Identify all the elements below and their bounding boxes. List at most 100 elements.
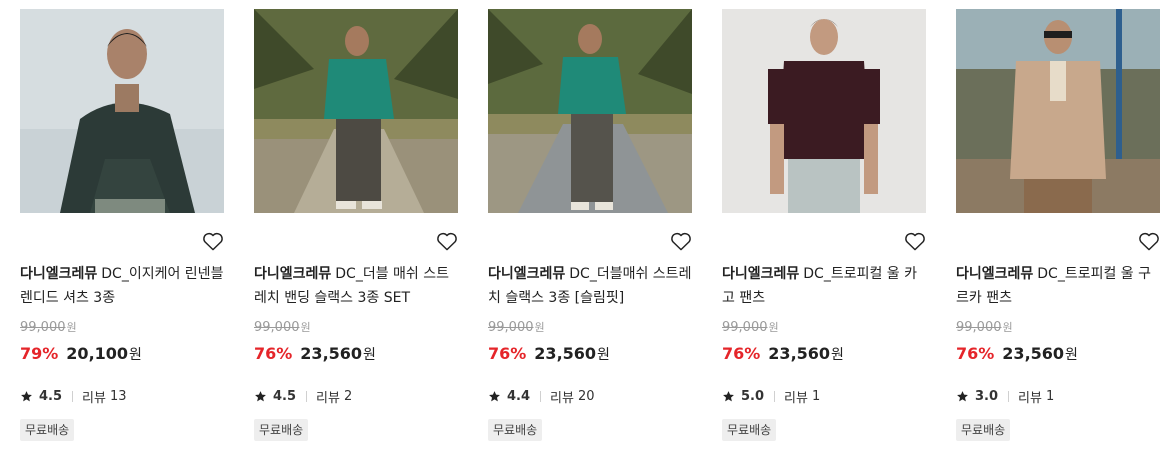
star-icon: [21, 391, 32, 402]
original-price-value: 99,000: [488, 320, 534, 335]
product-photo: [488, 9, 692, 213]
sale-price-unit: 원: [129, 347, 142, 363]
sale-price-value: 23,560: [534, 344, 597, 363]
product-title[interactable]: 다니엘크레뮤 DC_이지케어 린넨블렌디드 셔츠 3종: [20, 262, 224, 310]
discount-rate: 76%: [956, 344, 995, 363]
brand-name: 다니엘크레뮤: [254, 266, 332, 282]
wishlist-heart-icon[interactable]: [202, 231, 224, 251]
review-label: 리뷰: [784, 391, 808, 406]
product-image[interactable]: [254, 9, 458, 213]
product-card[interactable]: 다니엘크레뮤 DC_트로피컬 울 카고 팬츠 99,000원 76% 23,560원…: [722, 9, 926, 449]
product-grid: 다니엘크레뮤 DC_이지케어 린넨블렌디드 셔츠 3종 99,000원 79% 20…: [0, 0, 1176, 458]
divider: [774, 391, 776, 402]
product-photo: [20, 9, 224, 213]
review-count: 20: [577, 389, 595, 404]
original-price-value: 99,000: [20, 320, 66, 335]
original-price-value: 99,000: [956, 320, 1002, 335]
product-photo: [722, 9, 926, 213]
original-price-unit: 원: [534, 321, 545, 334]
review-label: 리뷰: [316, 391, 340, 406]
divider: [1008, 391, 1010, 402]
rating-score: 4.5: [39, 389, 63, 404]
sale-price-unit: 원: [363, 347, 376, 363]
wishlist-heart-icon[interactable]: [436, 231, 458, 251]
star-icon: [957, 391, 968, 402]
product-title[interactable]: 다니엘크레뮤 DC_트로피컬 울 구르카 팬츠: [956, 262, 1160, 310]
free-shipping-badge: 무료배송: [254, 419, 309, 441]
rating-score: 3.0: [975, 389, 999, 404]
sale-price-value: 23,560: [300, 344, 363, 363]
product-title[interactable]: 다니엘크레뮤 DC_더블 매쉬 스트레치 밴딩 슬랙스 3종 SET: [254, 262, 458, 310]
rating-row: 4.5 리뷰 13: [20, 387, 127, 406]
original-price-unit: 원: [300, 321, 311, 334]
discount-rate: 79%: [20, 344, 59, 363]
divider: [306, 391, 308, 402]
sale-price-unit: 원: [597, 347, 610, 363]
review-count: 13: [109, 389, 127, 404]
product-card[interactable]: 다니엘크레뮤 DC_더블 매쉬 스트레치 밴딩 슬랙스 3종 SET 99,000…: [254, 9, 458, 449]
rating-score: 5.0: [741, 389, 765, 404]
review-label: 리뷰: [550, 391, 574, 406]
product-title[interactable]: 다니엘크레뮤 DC_트로피컬 울 카고 팬츠: [722, 262, 926, 310]
star-icon: [255, 391, 266, 402]
sale-price: 79% 20,100원: [20, 344, 142, 364]
star-icon: [489, 391, 500, 402]
original-price: 99,000원: [254, 319, 311, 335]
sale-price-value: 23,560: [768, 344, 831, 363]
discount-rate: 76%: [722, 344, 761, 363]
product-image[interactable]: [488, 9, 692, 213]
product-title[interactable]: 다니엘크레뮤 DC_더블매쉬 스트레치 슬랙스 3종 [슬림핏]: [488, 262, 692, 310]
original-price: 99,000원: [956, 319, 1013, 335]
sale-price-value: 23,560: [1002, 344, 1065, 363]
brand-name: 다니엘크레뮤: [956, 266, 1034, 282]
discount-rate: 76%: [488, 344, 527, 363]
sale-price-value: 20,100: [66, 344, 129, 363]
review-count: 2: [343, 389, 353, 404]
original-price-value: 99,000: [722, 320, 768, 335]
rating-row: 4.5 리뷰 2: [254, 387, 352, 406]
rating-row: 4.4 리뷰 20: [488, 387, 595, 406]
product-card[interactable]: 다니엘크레뮤 DC_트로피컬 울 구르카 팬츠 99,000원 76% 23,560…: [956, 9, 1160, 449]
rating-score: 4.5: [273, 389, 297, 404]
free-shipping-badge: 무료배송: [488, 419, 543, 441]
original-price-value: 99,000: [254, 320, 300, 335]
original-price-unit: 원: [768, 321, 779, 334]
free-shipping-badge: 무료배송: [20, 419, 75, 441]
product-card[interactable]: 다니엘크레뮤 DC_이지케어 린넨블렌디드 셔츠 3종 99,000원 79% 20…: [20, 9, 224, 449]
original-price: 99,000원: [20, 319, 77, 335]
product-image[interactable]: [20, 9, 224, 213]
discount-rate: 76%: [254, 344, 293, 363]
rating-score: 4.4: [507, 389, 531, 404]
original-price: 99,000원: [722, 319, 779, 335]
review-count: 1: [811, 389, 821, 404]
product-image[interactable]: [722, 9, 926, 213]
product-photo: [254, 9, 458, 213]
sale-price-unit: 원: [831, 347, 844, 363]
brand-name: 다니엘크레뮤: [20, 266, 98, 282]
product-image[interactable]: [956, 9, 1160, 213]
star-icon: [723, 391, 734, 402]
review-count: 1: [1045, 389, 1055, 404]
free-shipping-badge: 무료배송: [956, 419, 1011, 441]
rating-row: 5.0 리뷰 1: [722, 387, 820, 406]
divider: [540, 391, 542, 402]
sale-price: 76% 23,560원: [254, 344, 376, 364]
product-card[interactable]: 다니엘크레뮤 DC_더블매쉬 스트레치 슬랙스 3종 [슬림핏] 99,000원 …: [488, 9, 692, 449]
original-price-unit: 원: [66, 321, 77, 334]
wishlist-heart-icon[interactable]: [1138, 231, 1160, 251]
divider: [72, 391, 74, 402]
brand-name: 다니엘크레뮤: [488, 266, 566, 282]
product-photo: [956, 9, 1160, 213]
original-price-unit: 원: [1002, 321, 1013, 334]
wishlist-heart-icon[interactable]: [670, 231, 692, 251]
sale-price: 76% 23,560원: [488, 344, 610, 364]
rating-row: 3.0 리뷰 1: [956, 387, 1054, 406]
wishlist-heart-icon[interactable]: [904, 231, 926, 251]
sale-price: 76% 23,560원: [956, 344, 1078, 364]
sale-price-unit: 원: [1065, 347, 1078, 363]
original-price: 99,000원: [488, 319, 545, 335]
sale-price: 76% 23,560원: [722, 344, 844, 364]
free-shipping-badge: 무료배송: [722, 419, 777, 441]
review-label: 리뷰: [82, 391, 106, 406]
brand-name: 다니엘크레뮤: [722, 266, 800, 282]
